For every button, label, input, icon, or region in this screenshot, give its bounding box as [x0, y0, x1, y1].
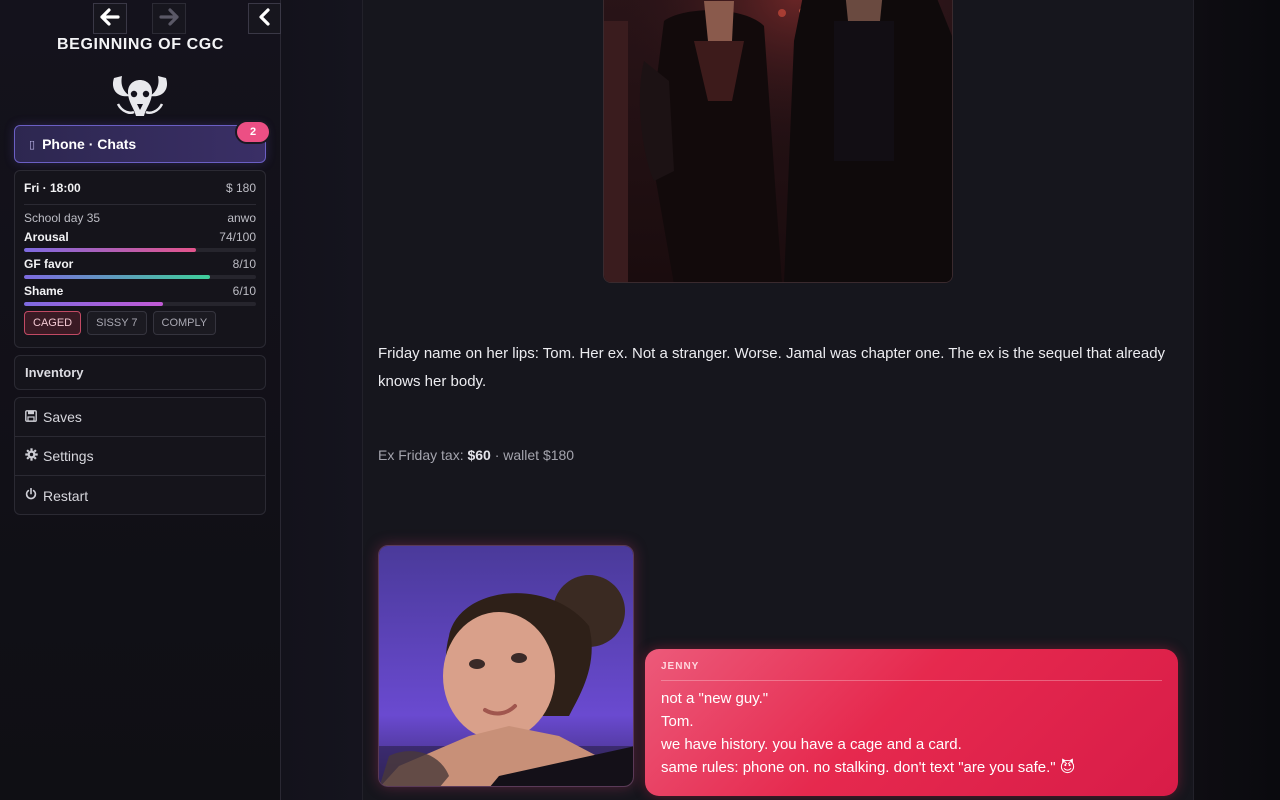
unread-count-badge: 2 — [235, 120, 271, 144]
tag-sissy[interactable]: SISSY 7 — [87, 311, 147, 335]
tax-amount: $60 — [467, 447, 491, 463]
chat-line: we have history. you have a cage and a c… — [661, 736, 962, 753]
restart-label: Restart — [43, 487, 89, 504]
meter-label: Arousal — [24, 230, 69, 244]
meter-track — [24, 248, 256, 252]
restart-button[interactable]: Restart — [15, 476, 265, 515]
collapse-sidebar-button[interactable] — [248, 3, 281, 34]
time-row: Fri · 18:00 $ 180 — [24, 171, 256, 205]
scene-image — [603, 0, 953, 283]
saves-button[interactable]: Saves — [15, 398, 265, 437]
meter-label: GF favor — [24, 257, 74, 271]
player-name: anwo — [227, 211, 256, 225]
money-value: $ 180 — [225, 180, 256, 195]
phone-chats-button[interactable]: ▯ Phone · Chats — [14, 125, 266, 163]
settings-button[interactable]: Settings — [15, 437, 265, 476]
chat-message-body: not a "new guy." Tom. we have history. y… — [661, 687, 1162, 779]
inventory-button[interactable]: Inventory — [14, 355, 266, 390]
bull-skull-logo-icon — [108, 68, 172, 120]
meter-track — [24, 302, 256, 306]
phone-chats-label: Phone · Chats — [42, 136, 137, 152]
game-menu: Saves Settings Restart — [14, 397, 266, 515]
meter-track — [24, 275, 256, 279]
chat-line: Tom. — [661, 713, 694, 730]
chat-message-bubble: JENNY not a "new guy." Tom. we have hist… — [645, 649, 1178, 796]
status-tags: CAGED SISSY 7 COMPLY — [24, 311, 256, 335]
meter-label: Shame — [24, 284, 64, 298]
gear-icon — [25, 448, 41, 464]
tag-caged[interactable]: CAGED — [24, 311, 82, 335]
chat-sender-name: JENNY — [661, 661, 1162, 681]
stats-panel: Fri · 18:00 $ 180 School day 35 anwo Aro… — [14, 170, 266, 348]
gf-favor-bar-fill — [24, 275, 210, 279]
tag-comply[interactable]: COMPLY — [152, 311, 217, 335]
jenny-portrait — [378, 545, 634, 787]
meter-value: 6/10 — [232, 284, 256, 298]
tax-prefix: Ex Friday tax: — [378, 447, 468, 463]
save-icon — [25, 409, 41, 425]
meter-value: 74/100 — [219, 230, 256, 244]
arrow-left-icon — [100, 6, 120, 32]
arrow-right-icon — [159, 6, 179, 32]
school-day: School day 35 — [24, 211, 101, 225]
story-title: BEGINNING OF CGC — [57, 36, 224, 53]
chevron-left-icon — [258, 6, 272, 32]
school-day-row: School day 35 anwo — [24, 209, 256, 227]
chat-line: not a "new guy." — [661, 690, 769, 707]
shame-bar-fill — [24, 302, 164, 306]
phone-icon: ▯ — [29, 138, 36, 151]
meter-value: 8/10 — [232, 257, 256, 271]
chat-line: same rules: phone on. no stalking. don't… — [661, 759, 1076, 776]
narration-text: Friday name on her lips: Tom. Her ex. No… — [378, 345, 1166, 390]
shame-meter: Shame 6/10 — [24, 283, 256, 306]
sidebar: BEGINNING OF CGC ▯ Phone · Chats 2 Fri ·… — [0, 0, 281, 800]
saves-label: Saves — [43, 409, 82, 425]
tax-line: Ex Friday tax: $60 · wallet $180 — [378, 447, 978, 463]
forward-button[interactable] — [152, 3, 186, 34]
day-time: Fri · 18:00 — [24, 180, 81, 195]
power-icon — [25, 487, 41, 503]
back-button[interactable] — [93, 3, 127, 34]
settings-label: Settings — [43, 448, 94, 464]
gf-favor-meter: GF favor 8/10 — [24, 256, 256, 279]
wallet-suffix: · wallet $180 — [490, 447, 575, 463]
arousal-bar-fill — [24, 248, 196, 252]
right-gutter — [1194, 0, 1280, 800]
arousal-meter: Arousal 74/100 — [24, 229, 256, 252]
